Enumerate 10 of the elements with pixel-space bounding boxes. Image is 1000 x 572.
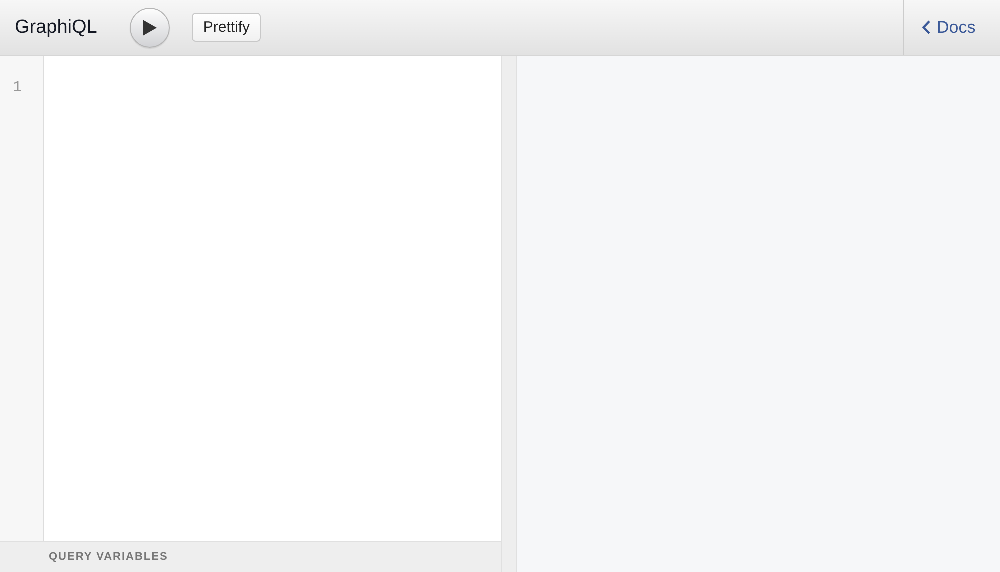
prettify-button[interactable]: Prettify [192,13,262,42]
line-number: 1 [12,79,23,96]
query-variables-label: QUERY VARIABLES [49,551,168,563]
app-title: GraphiQL [15,16,98,38]
docs-button[interactable]: Docs [903,0,1000,55]
pane-resize-handle[interactable] [501,56,516,572]
run-button[interactable] [130,8,170,48]
query-variables-bar[interactable]: QUERY VARIABLES [0,541,501,572]
chevron-left-icon [922,20,931,35]
play-icon [142,18,158,36]
